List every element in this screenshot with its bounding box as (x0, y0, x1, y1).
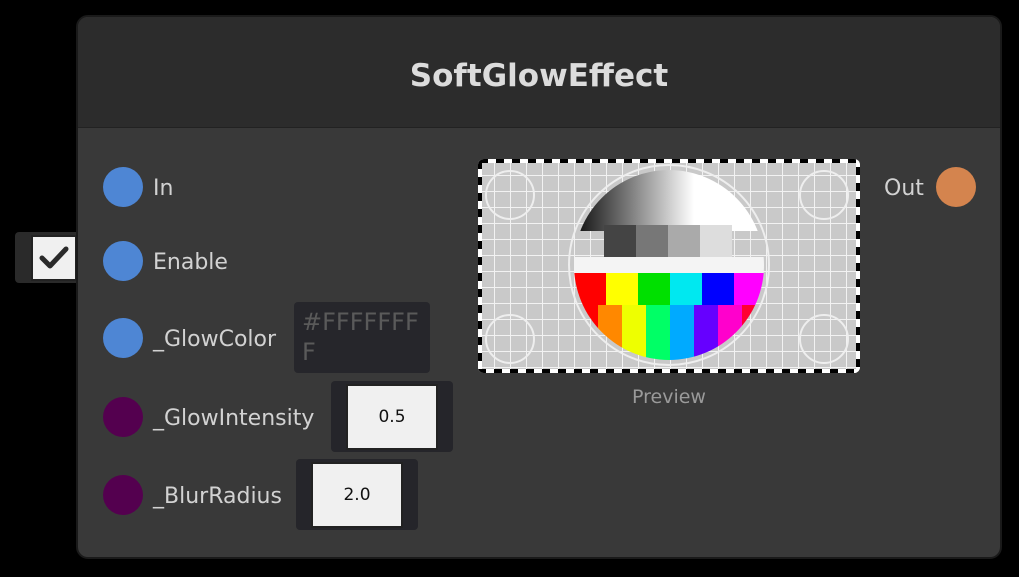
glow-intensity-port[interactable] (103, 397, 143, 437)
preview-image (478, 159, 860, 373)
out-port[interactable] (936, 167, 976, 207)
enable-port[interactable] (103, 241, 143, 281)
glow-color-field[interactable]: #FFFFFFFF (294, 302, 430, 373)
glow-color-port[interactable] (103, 318, 143, 358)
glow-color-port-label: _GlowColor (153, 327, 277, 352)
checkmark-icon (39, 246, 69, 269)
test-pattern-image (478, 159, 860, 373)
in-port[interactable] (103, 167, 143, 207)
in-port-label: In (153, 176, 174, 201)
blur-radius-port-label: _BlurRadius (153, 484, 282, 509)
glow-intensity-port-label: _GlowIntensity (153, 406, 315, 431)
preview-caption: Preview (632, 386, 706, 408)
enable-checkbox[interactable] (31, 235, 77, 281)
glow-intensity-input[interactable]: 0.5 (346, 384, 438, 450)
node-title: SoftGlowEffect (409, 58, 669, 94)
blur-radius-input[interactable]: 2.0 (311, 462, 403, 528)
enable-port-label: Enable (153, 250, 228, 275)
out-port-label: Out (884, 176, 924, 201)
blur-radius-port[interactable] (103, 475, 143, 515)
